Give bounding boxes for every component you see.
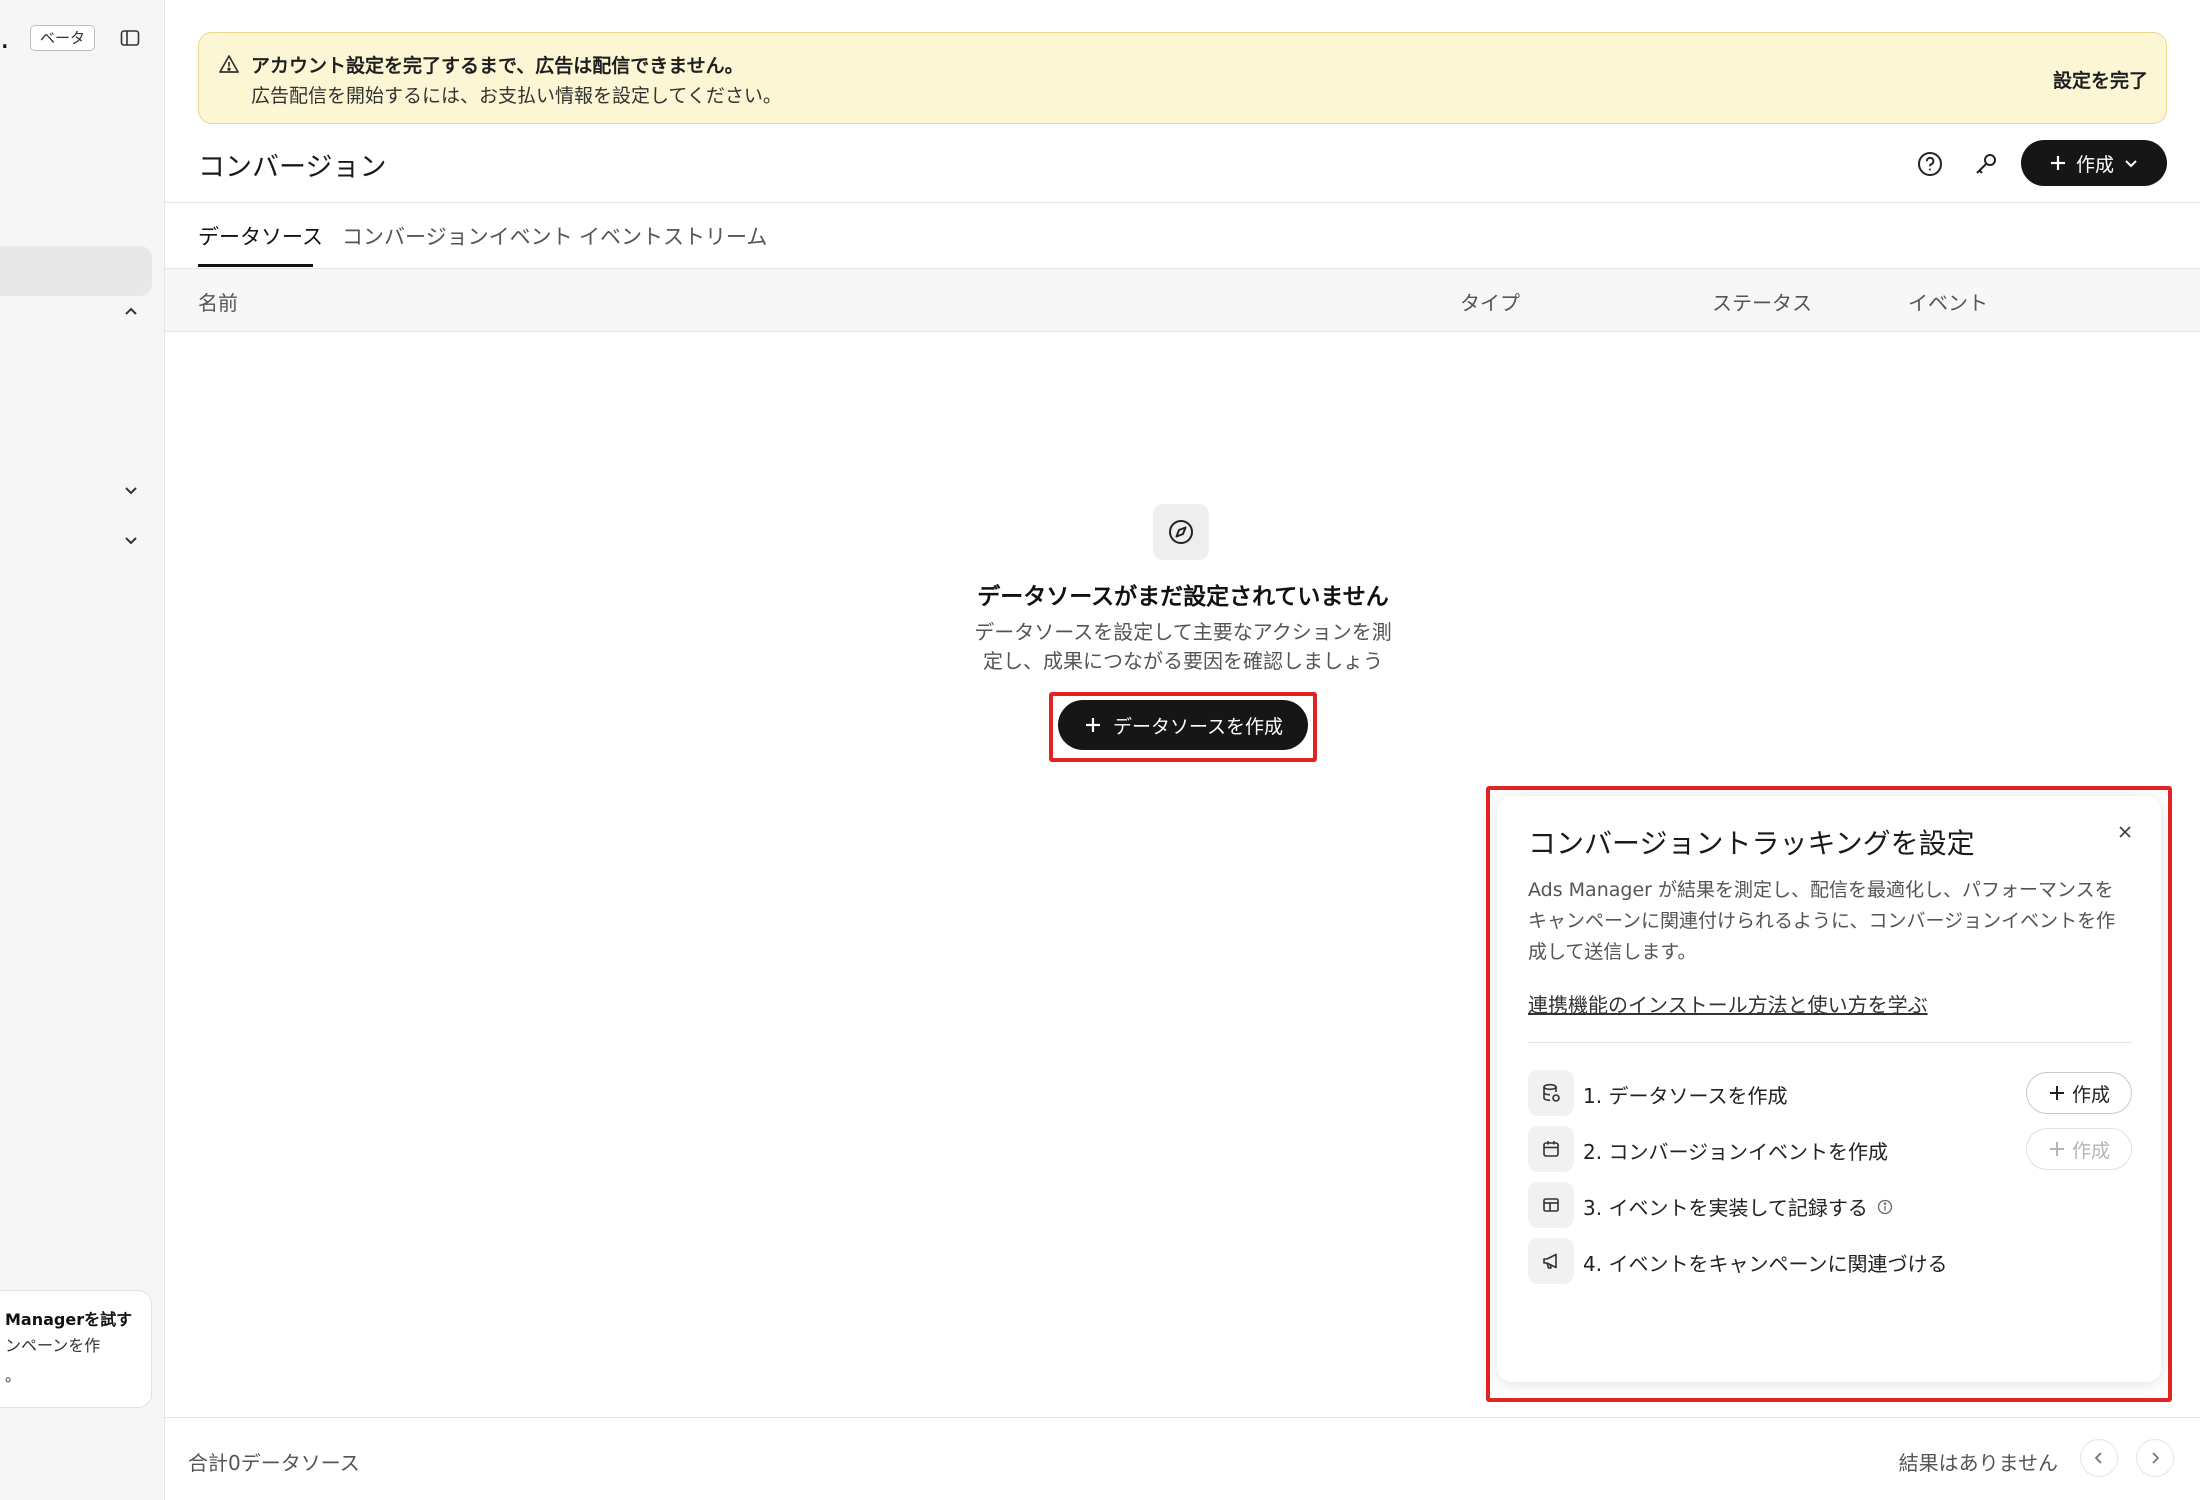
close-icon[interactable] [2115, 822, 2135, 842]
info-icon[interactable] [1876, 1198, 1894, 1216]
page-title: コンバージョン [198, 152, 387, 183]
account-warning-banner: アカウント設定を完了するまで、広告は配信できません。 広告配信を開始するには、お… [198, 32, 2167, 124]
column-header-type[interactable]: タイプ [1460, 287, 1520, 316]
learn-integration-link[interactable]: 連携機能のインストール方法と使い方を学ぶ [1528, 989, 1928, 1018]
sidebar-item-selected[interactable] [0, 246, 152, 296]
column-header-name[interactable]: 名前 [198, 287, 238, 316]
panel-description: Ads Manager が結果を測定し、配信を最適化し、パフォーマンスをキャンペ… [1528, 879, 2116, 963]
warning-icon [218, 53, 240, 75]
chevron-down-icon[interactable] [120, 529, 142, 551]
previous-page-button[interactable] [2080, 1439, 2118, 1477]
create-button-label: 作成 [2075, 153, 2114, 176]
active-tab-indicator [198, 264, 313, 267]
help-icon[interactable] [1914, 148, 1946, 180]
banner-subtitle: 広告配信を開始するには、お支払い情報を設定してください。 [251, 85, 782, 107]
plus-icon [1085, 718, 1100, 732]
panel-title: コンバージョントラッキングを設定 [1528, 827, 1975, 860]
step-create-conversion-event: 2. コンバージョンイベントを作成 作成 [1528, 1126, 2132, 1172]
sidebar: . ベータ Managerを試す ンペーンを作 。 [0, 0, 165, 1500]
beta-badge: ベータ [30, 25, 96, 51]
sidebar-logo-fragment: . [0, 21, 10, 56]
plus-icon [2049, 1142, 2064, 1156]
promo-title: Managerを試す [5, 1310, 133, 1329]
tab-event-stream[interactable]: イベントストリーム [579, 221, 767, 251]
empty-state-title: データソースがまだ設定されていません [977, 584, 1389, 610]
create-data-source-label: データソースを作成 [1112, 715, 1284, 738]
create-button[interactable]: 作成 [2021, 140, 2167, 186]
chevron-left-icon [2094, 1452, 2102, 1464]
banner-title: アカウント設定を完了するまで、広告は配信できません。 [251, 55, 744, 77]
layout-icon [1528, 1182, 1574, 1228]
panel-divider [1528, 1042, 2132, 1043]
total-count: 合計0データソース [188, 1451, 360, 1475]
results-status: 結果はありません [1898, 1451, 2058, 1475]
step-label: 2. コンバージョンイベントを作成 [1583, 1136, 1888, 1165]
empty-state-description: データソースを設定して主要なアクションを測定し、成果につながる要因を確認しましょ… [974, 620, 1392, 673]
step-2-create-button[interactable]: 作成 [2026, 1128, 2132, 1170]
promo-card[interactable]: Managerを試す ンペーンを作 。 [0, 1290, 152, 1408]
promo-text: ンペーンを作 。 [5, 1336, 101, 1385]
chevron-up-icon[interactable] [120, 301, 142, 323]
step-label: 1. データソースを作成 [1583, 1080, 1787, 1109]
chevron-down-icon[interactable] [120, 479, 142, 501]
plus-icon [2049, 1086, 2064, 1100]
step-1-create-button[interactable]: 作成 [2026, 1072, 2132, 1114]
create-data-source-button[interactable]: データソースを作成 [1058, 700, 1308, 750]
next-page-button[interactable] [2136, 1439, 2174, 1477]
step-label: 3. イベントを実装して記録する [1583, 1192, 1894, 1221]
step-link-events-to-campaigns: 4. イベントをキャンペーンに関連づける [1528, 1238, 2132, 1284]
plus-icon [2050, 156, 2065, 170]
tab-conversion-events[interactable]: コンバージョンイベント [342, 221, 573, 251]
column-header-status[interactable]: ステータス [1712, 287, 1812, 316]
sidebar-toggle-icon[interactable] [118, 26, 142, 50]
chevron-right-icon [2152, 1452, 2160, 1464]
calendar-icon [1528, 1126, 1574, 1172]
key-icon[interactable] [1970, 148, 2002, 180]
step-2-text: 2. コンバージョンイベントを作成 [1583, 1140, 1889, 1164]
step-3-text: 3. イベントを実装して記録する [1583, 1196, 1868, 1220]
step-implement-events: 3. イベントを実装して記録する [1528, 1182, 2132, 1228]
tab-data-sources[interactable]: データソース [198, 221, 323, 251]
conversion-tracking-panel: コンバージョントラッキングを設定 Ads Manager が結果を測定し、配信を… [1497, 796, 2161, 1382]
table-header: 名前 タイプ ステータス イベント [165, 268, 2200, 332]
table-footer: 合計0データソース 結果はありません [165, 1417, 2200, 1500]
step-1-button-label: 作成 [2071, 1083, 2110, 1106]
megaphone-icon [1528, 1238, 1574, 1284]
step-4-text: 4. イベントをキャンペーンに関連づける [1583, 1252, 1948, 1276]
compass-icon [1153, 504, 1209, 560]
column-header-events[interactable]: イベント [1908, 287, 1988, 316]
database-icon [1528, 1070, 1574, 1116]
chevron-down-icon [2125, 160, 2137, 168]
step-1-text: 1. データソースを作成 [1583, 1084, 1788, 1108]
step-2-button-label: 作成 [2071, 1139, 2110, 1162]
complete-setup-button[interactable]: 設定を完了 [2053, 66, 2148, 93]
header-divider [165, 202, 2200, 203]
step-create-data-source: 1. データソースを作成 作成 [1528, 1070, 2132, 1116]
step-label: 4. イベントをキャンペーンに関連づける [1583, 1248, 1947, 1277]
